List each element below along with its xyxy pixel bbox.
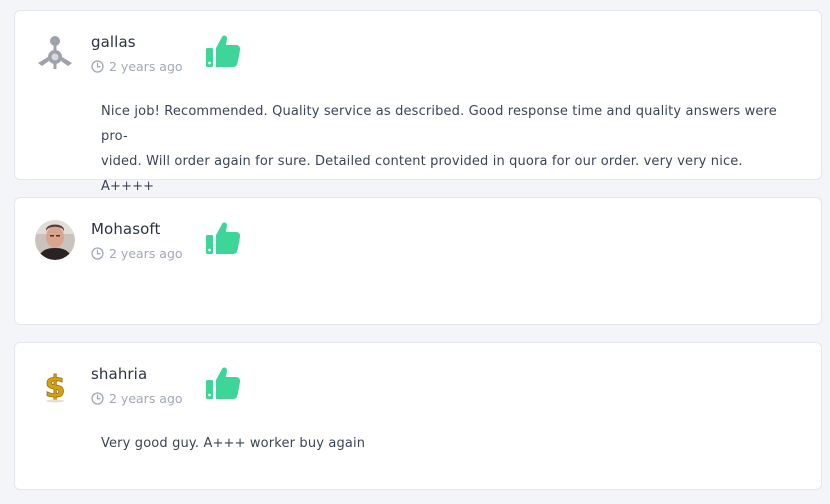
time-ago-text: 2 years ago	[109, 391, 183, 406]
time-ago-text: 2 years ago	[109, 59, 183, 74]
clock-icon	[91, 247, 104, 260]
thumbs-up-icon	[206, 367, 241, 399]
review-time: 2 years ago	[91, 59, 183, 74]
review-text-line: vided. Will order again for sure. Detail…	[101, 154, 743, 194]
review-time: 2 years ago	[91, 391, 183, 406]
review-username[interactable]: shahria	[91, 365, 147, 383]
review-username[interactable]: Mohasoft	[91, 220, 161, 238]
review-text-line: Nice job! Recommended. Quality service a…	[101, 104, 777, 144]
time-ago-text: 2 years ago	[109, 246, 183, 261]
clock-icon	[91, 392, 104, 405]
review-text: Very good guy. A+++ worker buy again	[101, 431, 781, 456]
avatar[interactable]	[35, 220, 75, 260]
review-card: Mohasoft 2 years ago	[14, 197, 822, 325]
review-text: Nice job! Recommended. Quality service a…	[101, 99, 781, 199]
avatar[interactable]	[35, 33, 75, 73]
thumbs-up-icon	[206, 222, 241, 254]
review-text-line: Very good guy. A+++ worker buy again	[101, 436, 366, 451]
default-user-avatar-icon	[35, 33, 75, 73]
user-photo-avatar	[35, 220, 75, 260]
clock-icon	[91, 60, 104, 73]
avatar[interactable]: $	[35, 365, 75, 405]
review-time: 2 years ago	[91, 246, 183, 261]
review-card: $ shahria 2 years ago Very good guy. A++…	[14, 342, 822, 490]
review-username[interactable]: gallas	[91, 33, 136, 51]
gold-dollar-sign-avatar: $	[35, 365, 75, 405]
review-card: gallas 2 years ago Nice job! Recommended…	[14, 10, 822, 194]
thumbs-up-icon	[206, 35, 241, 67]
